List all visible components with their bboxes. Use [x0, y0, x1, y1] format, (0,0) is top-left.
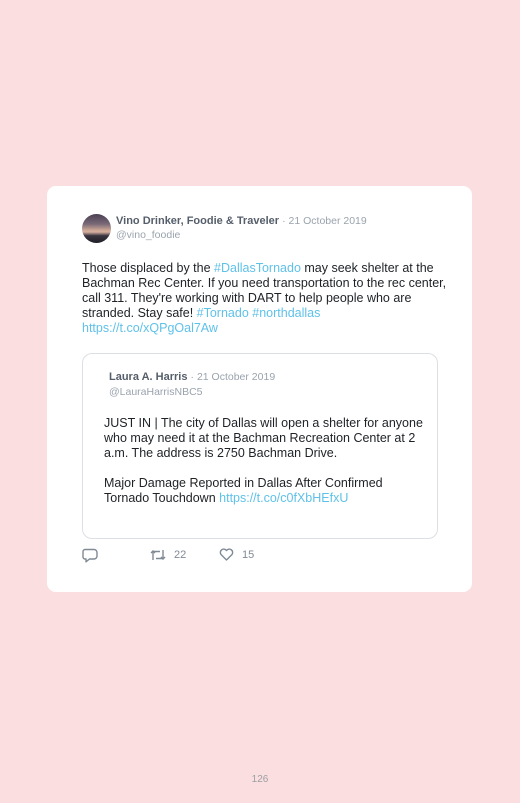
retweet-button[interactable]: 22 — [150, 548, 186, 562]
quoted-date: · 21 October 2019 — [190, 371, 276, 383]
tweet-card: Vino Drinker, Foodie & Traveler · 21 Oct… — [47, 186, 472, 592]
quoted-author: Laura A. Harris · 21 October 2019 — [109, 371, 275, 383]
tweet-actions: 22 15 — [82, 548, 282, 564]
like-button[interactable]: 15 — [219, 548, 254, 561]
retweet-count: 22 — [174, 549, 187, 561]
author-name[interactable]: Vino Drinker, Foodie & Traveler — [116, 215, 279, 227]
quoted-url-link[interactable]: https://t.co/c0fXbHEfxU — [219, 491, 348, 505]
author-handle[interactable]: @vino_foodie — [116, 229, 180, 241]
hashtag-link[interactable]: #Tornado — [197, 306, 249, 320]
quoted-paragraph: JUST IN | The city of Dallas will open a… — [104, 416, 423, 460]
tweet-date: · 21 October 2019 — [282, 215, 367, 227]
avatar[interactable] — [82, 214, 111, 243]
quoted-tweet[interactable]: Laura A. Harris · 21 October 2019 @Laura… — [82, 353, 438, 539]
hashtag-link[interactable]: #northdallas — [252, 306, 320, 320]
page-number: 126 — [251, 774, 269, 785]
tweet-author: Vino Drinker, Foodie & Traveler · 21 Oct… — [116, 215, 367, 227]
quoted-paragraph: Major Damage Reported in Dallas After Co… — [104, 476, 424, 506]
like-count: 15 — [242, 548, 255, 561]
tweet-text-part: Those displaced by the — [82, 261, 215, 275]
tweet-url-link[interactable]: https://t.co/xQPgOal7Aw — [82, 321, 218, 335]
hashtag-link[interactable]: #DallasTornado — [214, 261, 301, 275]
tweet-text: Those displaced by the #DallasTornado ma… — [82, 261, 447, 336]
heart-icon — [219, 548, 234, 561]
quoted-author-name[interactable]: Laura A. Harris — [109, 371, 187, 383]
reply-button[interactable] — [82, 548, 98, 563]
retweet-icon — [150, 550, 166, 560]
reply-icon — [82, 548, 98, 563]
quoted-handle[interactable]: @LauraHarrisNBC5 — [109, 386, 203, 398]
quoted-text: JUST IN | The city of Dallas will open a… — [104, 416, 424, 521]
